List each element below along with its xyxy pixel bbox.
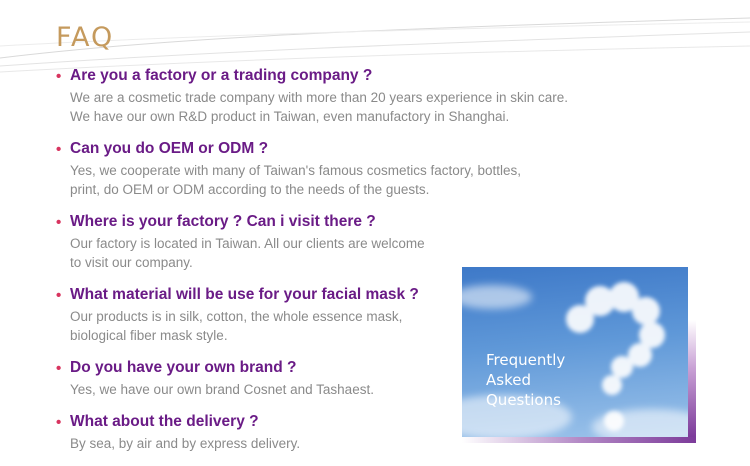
page-title: FAQ bbox=[56, 22, 115, 53]
faq-answer: We are a cosmetic trade company with mor… bbox=[70, 88, 616, 126]
bullet-icon: • bbox=[56, 68, 62, 85]
faq-question: Are you a factory or a trading company ? bbox=[70, 67, 373, 84]
faq-item: • Can you do OEM or ODM ? Yes, we cooper… bbox=[56, 139, 616, 199]
faq-answer-line: print, do OEM or ODM according to the ne… bbox=[70, 182, 430, 197]
faq-answer: Yes, we cooperate with many of Taiwan's … bbox=[70, 161, 616, 199]
faq-item: • Where is your factory ? Can i visit th… bbox=[56, 212, 616, 272]
bullet-icon: • bbox=[56, 214, 62, 231]
faq-item: • Are you a factory or a trading company… bbox=[56, 66, 616, 126]
image-caption-line: Frequently bbox=[486, 351, 566, 369]
bullet-icon: • bbox=[56, 414, 62, 431]
image-accent-bar-side bbox=[688, 320, 696, 437]
image-caption-line: Questions bbox=[486, 391, 561, 409]
faq-answer-line: Yes, we cooperate with many of Taiwan's … bbox=[70, 163, 522, 178]
faq-question: Where is your factory ? Can i visit ther… bbox=[70, 213, 376, 230]
faq-answer-line: We have our own R&D product in Taiwan, e… bbox=[70, 109, 510, 124]
image-accent-bar-bottom bbox=[462, 437, 696, 443]
bullet-icon: • bbox=[56, 287, 62, 304]
bullet-icon: • bbox=[56, 141, 62, 158]
faq-cloud-image: Frequently Asked Questions bbox=[462, 267, 688, 437]
faq-answer-line: We are a cosmetic trade company with mor… bbox=[70, 90, 568, 105]
faq-answer-line: Our factory is located in Taiwan. All ou… bbox=[70, 236, 425, 251]
image-caption: Frequently Asked Questions bbox=[486, 350, 565, 410]
bullet-icon: • bbox=[56, 360, 62, 377]
image-caption-line: Asked bbox=[486, 371, 531, 389]
faq-question: Can you do OEM or ODM ? bbox=[70, 140, 269, 157]
